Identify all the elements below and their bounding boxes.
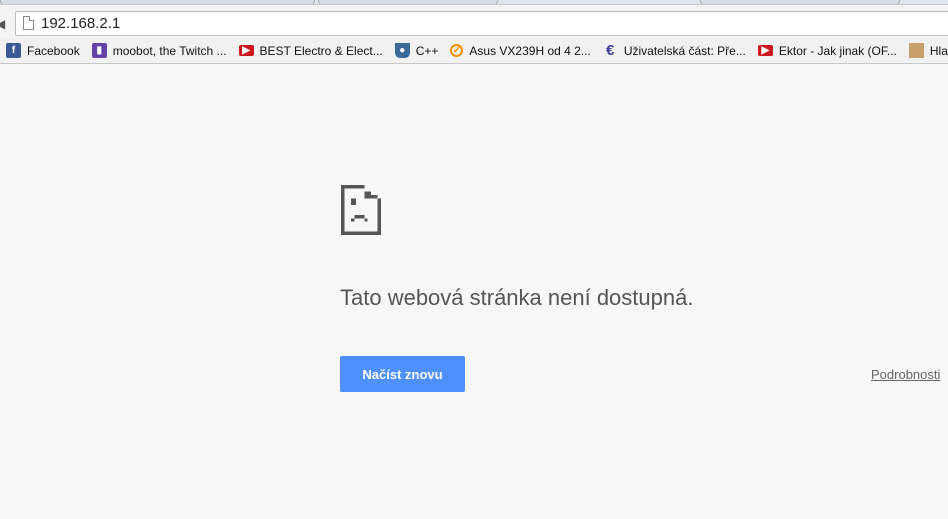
- bucket-icon: ●: [394, 43, 410, 58]
- bookmark-label: Facebook: [27, 43, 80, 58]
- search-q-icon: ✓: [450, 44, 464, 57]
- bookmark-label: Ektor - Jak jinak (OF...: [778, 43, 897, 58]
- twitch-icon: ▮: [91, 43, 107, 58]
- euro-logo-icon: €: [606, 42, 615, 59]
- bookmark-asus[interactable]: ✓ Asus VX239H od 4 2...: [450, 43, 591, 58]
- minecraft-face-icon: [908, 43, 924, 58]
- bookmark-label: Asus VX239H od 4 2...: [469, 43, 591, 58]
- bookmarks-bar: f Facebook ▮ moobot, the Twitch ... ▶ BEST …: [0, 38, 948, 64]
- page-icon: [23, 16, 34, 30]
- bookmark-facebook[interactable]: f Facebook: [6, 43, 80, 58]
- url-text[interactable]: 192.168.2.1: [41, 15, 120, 32]
- bookmark-best-electro[interactable]: ▶ BEST Electro & Elect...: [238, 43, 383, 58]
- bookmark-cpp[interactable]: ● C++: [394, 43, 439, 58]
- bookmark-label: BEST Electro & Elect...: [259, 43, 383, 58]
- bookmark-moobot[interactable]: ▮ moobot, the Twitch ...: [91, 43, 227, 58]
- bookmark-label: C++: [415, 43, 439, 58]
- bookmark-ektor[interactable]: ▶ Ektor - Jak jinak (OF...: [757, 43, 897, 58]
- bookmark-label: moobot, the Twitch ...: [112, 43, 227, 58]
- address-bar[interactable]: 192.168.2.1: [15, 11, 948, 36]
- youtube-icon: ▶: [238, 45, 254, 56]
- facebook-icon: f: [6, 43, 21, 58]
- bookmark-uzivatelska[interactable]: € Uživatelská část: Pře...: [603, 42, 746, 59]
- details-link[interactable]: Podrobnosti: [871, 367, 940, 382]
- back-icon[interactable]: ◀: [0, 17, 5, 31]
- error-title: Tato webová stránka není dostupná.: [340, 285, 694, 310]
- sad-page-icon: [340, 185, 382, 240]
- bookmark-label: Uživatelská část: Pře...: [623, 43, 746, 58]
- reload-button[interactable]: Načíst znovu: [340, 356, 465, 392]
- bookmark-label: Hlavn: [929, 43, 948, 58]
- bookmark-hlavn[interactable]: Hlavn: [908, 43, 948, 58]
- toolbar: ◀ 192.168.2.1: [0, 4, 948, 38]
- youtube-icon: ▶: [757, 45, 773, 56]
